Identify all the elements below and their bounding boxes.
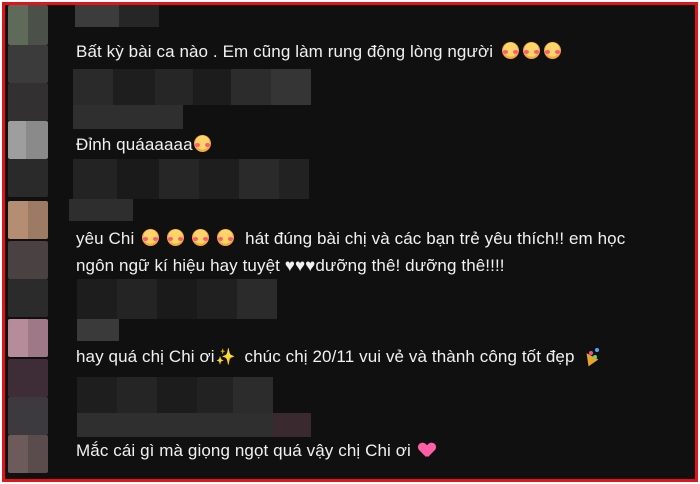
avatar [8, 45, 48, 83]
comment: Mắc cái gì mà giọng ngọt quá vậy chị Chi… [76, 437, 683, 464]
blurred-username [73, 69, 113, 105]
comment: hay quá chị Chi ơi✨ chúc chị 20/11 vui v… [76, 343, 683, 371]
avatar [8, 241, 48, 279]
comment-text: hát đúng bài chị và các bạn trẻ yêu thíc… [245, 229, 626, 248]
blurred-username [73, 159, 117, 199]
pink-heart-icon [419, 443, 435, 458]
smiling-face-with-hearts-icon [167, 229, 185, 246]
smiling-face-with-hearts-icon [544, 42, 562, 59]
blurred-username [117, 279, 157, 319]
comments-panel: Bất kỳ bài ca nào . Em cũng làm rung độn… [2, 2, 698, 482]
blurred-username [233, 377, 273, 413]
blurred-username [69, 199, 133, 221]
avatar[interactable] [8, 435, 48, 473]
avatar[interactable] [8, 319, 48, 357]
blurred-username [239, 159, 279, 199]
comment-text: Đỉnh quáaaaaa [76, 135, 193, 154]
blurred-username [271, 69, 311, 105]
blurred-username [73, 105, 183, 129]
blurred-username [199, 159, 239, 199]
smiling-face-with-hearts-icon [142, 229, 160, 246]
comment-text: Mắc cái gì mà giọng ngọt quá vậy chị Chi… [76, 441, 411, 460]
smiling-face-with-hearts-icon [502, 42, 520, 59]
avatar[interactable] [8, 5, 48, 45]
avatar [8, 279, 48, 317]
avatar [8, 83, 48, 121]
comment-text: Bất kỳ bài ca nào . Em cũng làm rung độn… [76, 42, 494, 61]
blurred-username [155, 69, 193, 105]
blurred-username [193, 69, 231, 105]
avatar [8, 397, 48, 435]
comment-text: hay quá chị Chi ơi [76, 347, 215, 366]
blurred-username [77, 413, 273, 437]
comment: Đỉnh quáaaaaa [76, 131, 683, 158]
comment: yêu Chi hát đúng bài chị và các bạn trẻ … [76, 225, 683, 279]
avatar-column [5, 5, 67, 479]
blurred-username [75, 5, 119, 27]
blurred-username [273, 413, 311, 437]
blurred-username [117, 159, 159, 199]
blurred-username [77, 319, 119, 341]
smiling-face-with-hearts-icon [523, 42, 541, 59]
avatar [8, 159, 48, 197]
blurred-username [77, 279, 117, 319]
blurred-username [117, 377, 157, 413]
comment: Bất kỳ bài ca nào . Em cũng làm rung độn… [76, 38, 683, 65]
blurred-username [157, 377, 197, 413]
comment-text: chúc chị 20/11 vui vẻ và thành công tốt … [244, 347, 575, 366]
blurred-username [197, 377, 233, 413]
blurred-username [231, 69, 271, 105]
blurred-username [197, 279, 237, 319]
sparkles-icon: ✨ [215, 349, 236, 366]
blurred-username [119, 5, 159, 27]
avatar[interactable] [8, 201, 48, 239]
blurred-username [237, 279, 277, 319]
smiling-face-with-hearts-icon [193, 135, 211, 152]
blurred-username [279, 159, 309, 199]
blurred-username [159, 159, 199, 199]
blurred-username [157, 279, 197, 319]
comment-text: ngôn ngữ kí hiệu hay tuyệt ♥♥♥dưỡng thê!… [76, 256, 505, 275]
blurred-username [113, 69, 155, 105]
avatar[interactable] [8, 121, 48, 159]
comment-text: yêu Chi [76, 229, 135, 248]
avatar [8, 359, 48, 397]
party-popper-icon [583, 348, 599, 364]
blurred-username [77, 377, 117, 413]
smiling-face-with-hearts-icon [217, 229, 235, 246]
smiling-face-with-hearts-icon [192, 229, 210, 246]
